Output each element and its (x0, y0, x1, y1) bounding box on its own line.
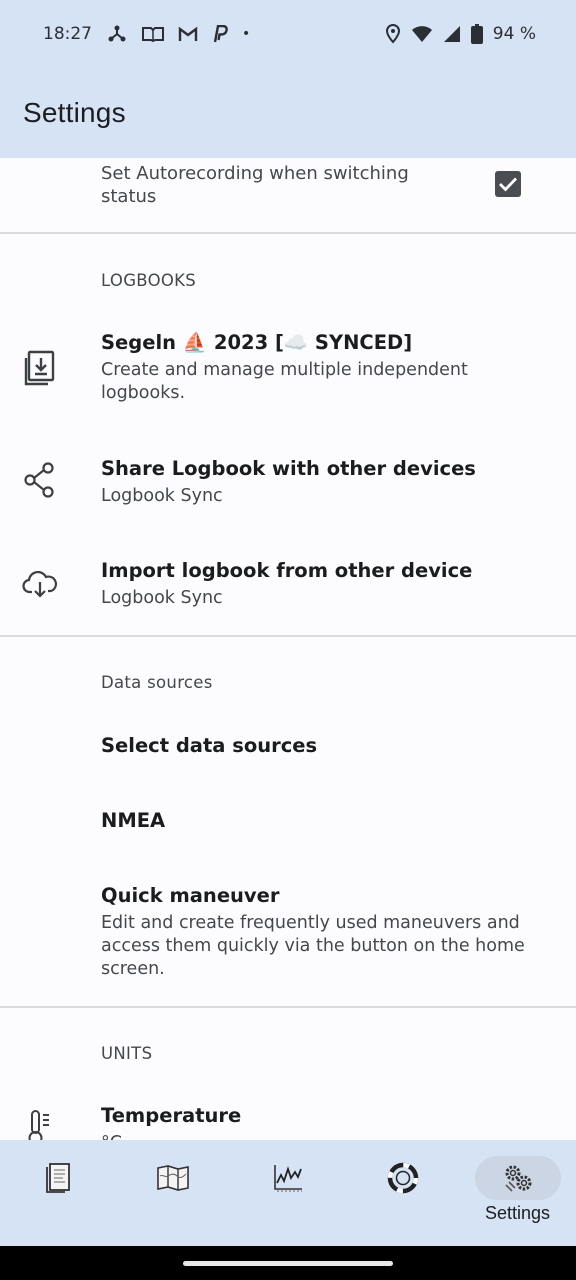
share-logbook-setting[interactable]: Share Logbook with other devices Logbook… (0, 448, 576, 528)
temperature-setting[interactable]: Temperature °C (0, 1088, 576, 1140)
logbooks-category-header: LOGBOOKS (101, 271, 197, 290)
quick-maneuver-setting[interactable]: Quick maneuver Edit and create frequentl… (0, 868, 576, 998)
thermometer-icon (20, 1108, 60, 1140)
logbook-icon (45, 1163, 70, 1193)
home-gesture-handle[interactable] (183, 1260, 393, 1266)
autorecording-checkbox[interactable] (495, 171, 521, 197)
nav-settings-label: Settings (484, 1203, 551, 1223)
share-logbook-summary: Logbook Sync (101, 486, 223, 506)
system-navigation-bar (0, 1246, 576, 1280)
bottom-navigation: Settings (0, 1140, 576, 1246)
nav-logbook[interactable] (0, 1140, 115, 1246)
location-icon (385, 24, 401, 44)
book-notification-icon (142, 26, 164, 42)
temperature-title: Temperature (101, 1104, 242, 1127)
nav-map[interactable] (115, 1140, 230, 1246)
divider (0, 1006, 576, 1008)
battery-percent: 94 % (492, 24, 536, 44)
status-bar: 18:27 • 94 % (0, 0, 576, 68)
import-logbook-setting[interactable]: Import logbook from other device Logbook… (0, 550, 576, 630)
map-icon (156, 1165, 189, 1191)
nmea-title: NMEA (101, 809, 166, 832)
logbook-download-icon (20, 348, 60, 388)
logbook-current-summary: Create and manage multiple independent l… (101, 360, 468, 403)
import-logbook-title: Import logbook from other device (101, 559, 473, 582)
quick-maneuver-summary: Edit and create frequently used maneuver… (101, 913, 525, 979)
status-time: 18:27 (43, 24, 92, 44)
data-sources-category-header: Data sources (101, 673, 213, 692)
nav-chart[interactable] (230, 1140, 345, 1246)
lifebuoy-icon (387, 1162, 418, 1194)
logbook-manage-setting[interactable]: Segeln ⛵ 2023 [☁️ SYNCED] Create and man… (0, 318, 576, 428)
page-title: Settings (23, 97, 126, 128)
cloud-download-icon (20, 564, 60, 604)
autorecording-setting[interactable]: Set Autorecording when switching status (0, 158, 576, 232)
gmail-notification-icon (178, 26, 198, 42)
units-category-header: UNITS (101, 1044, 153, 1063)
chart-icon (273, 1165, 302, 1192)
divider (0, 635, 576, 637)
select-data-sources-setting[interactable]: Select data sources (0, 718, 576, 778)
share-icon (20, 460, 60, 500)
more-notifications-dot: • (242, 26, 251, 42)
wifi-icon (411, 25, 433, 43)
check-icon (499, 177, 518, 192)
battery-icon (470, 24, 483, 44)
settings-active-indicator (474, 1156, 561, 1200)
logbook-current-title: Segeln ⛵ 2023 [☁️ SYNCED] (101, 331, 413, 354)
select-data-sources-title: Select data sources (101, 734, 318, 757)
settings-gears-icon (504, 1165, 531, 1192)
cell-signal-icon (443, 25, 461, 43)
fork-notification-icon (106, 25, 128, 43)
quick-maneuver-title: Quick maneuver (101, 884, 280, 907)
paypal-notification-icon (212, 25, 228, 43)
divider (0, 232, 576, 234)
autorecording-label: Set Autorecording when switching status (101, 163, 409, 207)
settings-list[interactable]: Set Autorecording when switching status … (0, 158, 576, 1140)
app-bar: Settings (0, 68, 576, 158)
nmea-setting[interactable]: NMEA (0, 793, 576, 853)
share-logbook-title: Share Logbook with other devices (101, 457, 476, 480)
import-logbook-summary: Logbook Sync (101, 588, 223, 608)
nav-settings[interactable]: Settings (460, 1140, 575, 1246)
nav-lifebuoy[interactable] (345, 1140, 460, 1246)
temperature-summary: °C (101, 1132, 546, 1140)
